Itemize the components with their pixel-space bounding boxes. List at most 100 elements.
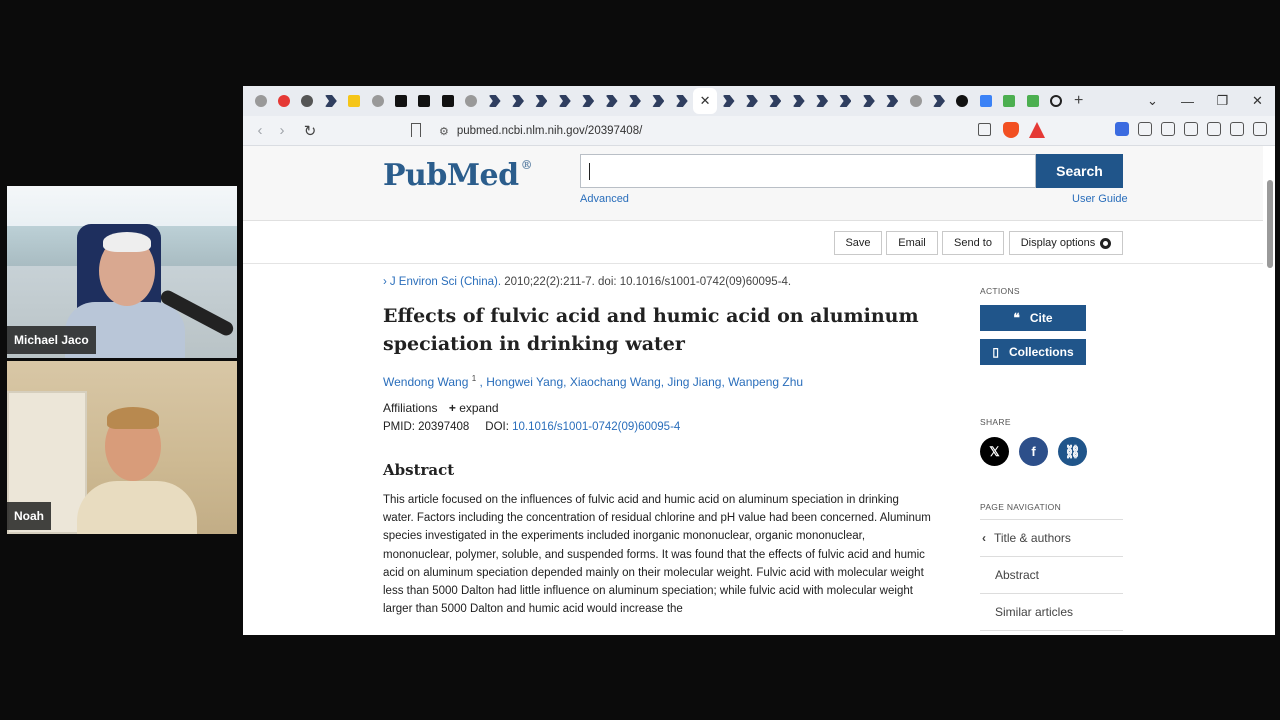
bookmark-icon[interactable] bbox=[411, 123, 421, 137]
tab[interactable] bbox=[343, 86, 366, 116]
reload-icon[interactable]: ↻ bbox=[299, 122, 321, 140]
slides-icon bbox=[348, 95, 361, 107]
participant-name-tag: Noah bbox=[7, 502, 51, 530]
restore-icon[interactable]: ❐ bbox=[1205, 93, 1240, 109]
scrollbar[interactable] bbox=[1265, 148, 1273, 635]
vpn-icon[interactable] bbox=[1230, 122, 1244, 136]
copy-link-icon[interactable]: ⛓ bbox=[1058, 437, 1087, 466]
tab[interactable] bbox=[530, 86, 553, 116]
tab[interactable] bbox=[553, 86, 576, 116]
share-icon[interactable] bbox=[978, 123, 991, 136]
back-icon[interactable]: ‹ bbox=[249, 122, 271, 139]
expand-link[interactable]: expand bbox=[459, 401, 498, 415]
browser-window: ✕ + ⌄ — ❐ ✕ ‹ › ↻ ⚙ pubmed.ncbi.nlm.nih.… bbox=[243, 86, 1275, 635]
chevron-right-icon[interactable]: › bbox=[383, 276, 387, 288]
scrollbar-thumb[interactable] bbox=[1267, 180, 1273, 268]
author-link[interactable]: Wendong Wang bbox=[383, 375, 468, 389]
tab[interactable] bbox=[506, 86, 529, 116]
close-tab-icon[interactable]: ✕ bbox=[693, 88, 717, 114]
menu-icon[interactable] bbox=[1253, 122, 1267, 136]
search-input[interactable] bbox=[580, 154, 1036, 188]
nav-item-similar-articles[interactable]: Similar articles bbox=[980, 594, 1123, 631]
actions-heading: ACTIONS bbox=[980, 286, 1020, 296]
tab[interactable] bbox=[927, 86, 950, 116]
puzzle-icon[interactable] bbox=[1138, 122, 1152, 136]
doi-link[interactable]: 10.1016/s1001-0742(09)60095-4 bbox=[512, 421, 680, 433]
logo-text: PubMed bbox=[383, 158, 519, 193]
tab[interactable] bbox=[366, 86, 389, 116]
nav-item-title-authors[interactable]: ‹ Title & authors bbox=[980, 520, 1123, 557]
tab[interactable] bbox=[296, 86, 319, 116]
x-logo-icon bbox=[441, 95, 454, 107]
tab[interactable] bbox=[460, 86, 483, 116]
tab[interactable] bbox=[1021, 86, 1044, 116]
search-button[interactable]: Search bbox=[1036, 154, 1123, 188]
collections-button[interactable]: ▯ Collections bbox=[980, 339, 1086, 365]
url-field[interactable]: ⚙ pubmed.ncbi.nlm.nih.gov/20397408/ bbox=[439, 120, 1089, 142]
forward-icon[interactable]: › bbox=[271, 122, 293, 139]
affiliation-marker[interactable]: 1 bbox=[472, 374, 476, 383]
tab[interactable] bbox=[647, 86, 670, 116]
tab[interactable] bbox=[974, 86, 997, 116]
tab[interactable] bbox=[249, 86, 272, 116]
x-logo-icon bbox=[418, 95, 431, 107]
tab[interactable] bbox=[998, 86, 1021, 116]
tab[interactable] bbox=[319, 86, 342, 116]
tab[interactable] bbox=[810, 86, 833, 116]
abstract-text: This article focused on the influences o… bbox=[383, 494, 931, 616]
brave-shield-icon[interactable] bbox=[1003, 122, 1019, 138]
email-button[interactable]: Email bbox=[886, 231, 938, 255]
url-text[interactable]: pubmed.ncbi.nlm.nih.gov/20397408/ bbox=[457, 125, 642, 137]
tab[interactable] bbox=[436, 86, 459, 116]
journal-link[interactable]: J Environ Sci (China). bbox=[390, 276, 501, 288]
facebook-share-icon[interactable]: f bbox=[1019, 437, 1048, 466]
close-window-icon[interactable]: ✕ bbox=[1240, 93, 1275, 109]
site-settings-icon[interactable]: ⚙ bbox=[439, 125, 449, 138]
chevron-down-icon[interactable]: ⌄ bbox=[1135, 93, 1170, 109]
cite-button[interactable]: ❝ Cite bbox=[980, 305, 1086, 331]
tab[interactable] bbox=[787, 86, 810, 116]
tab[interactable] bbox=[857, 86, 880, 116]
tab[interactable] bbox=[389, 86, 412, 116]
tab[interactable] bbox=[764, 86, 787, 116]
wallet-icon[interactable] bbox=[1184, 122, 1198, 136]
tab[interactable] bbox=[834, 86, 857, 116]
tab[interactable] bbox=[483, 86, 506, 116]
send-to-button[interactable]: Send to bbox=[942, 231, 1004, 255]
leo-icon[interactable] bbox=[1207, 122, 1221, 136]
new-tab-button[interactable]: + bbox=[1068, 92, 1090, 110]
author-links[interactable]: , Hongwei Yang, Xiaochang Wang, Jing Jia… bbox=[480, 375, 804, 389]
bookmark-icon: ▯ bbox=[992, 345, 999, 359]
window-controls: ⌄ — ❐ ✕ bbox=[1135, 86, 1275, 116]
display-options-button[interactable]: Display options bbox=[1009, 231, 1123, 255]
tab[interactable] bbox=[1044, 86, 1067, 116]
nav-item-abstract[interactable]: Abstract bbox=[980, 557, 1123, 594]
x-share-icon[interactable]: 𝕏 bbox=[980, 437, 1009, 466]
chevron-left-icon: ‹ bbox=[982, 531, 986, 545]
sidebar-icon[interactable] bbox=[1161, 122, 1175, 136]
tab-active[interactable]: ✕ bbox=[693, 86, 717, 116]
user-guide-link[interactable]: User Guide bbox=[1072, 193, 1128, 205]
extension-icon[interactable] bbox=[1115, 122, 1129, 136]
tab[interactable] bbox=[623, 86, 646, 116]
advanced-link[interactable]: Advanced bbox=[580, 193, 629, 205]
tab[interactable] bbox=[576, 86, 599, 116]
plus-icon[interactable]: + bbox=[449, 401, 456, 415]
tab[interactable] bbox=[951, 86, 974, 116]
registered-mark: ® bbox=[520, 158, 533, 172]
x-logo-icon bbox=[395, 95, 408, 107]
tab[interactable] bbox=[670, 86, 693, 116]
save-button[interactable]: Save bbox=[834, 231, 882, 255]
pubmed-logo[interactable]: PubMed ® bbox=[383, 158, 533, 193]
tab[interactable] bbox=[740, 86, 763, 116]
tab[interactable] bbox=[600, 86, 623, 116]
tab[interactable] bbox=[272, 86, 295, 116]
tab[interactable] bbox=[413, 86, 436, 116]
affiliations-label: Affiliations bbox=[383, 401, 438, 415]
tab-strip: ✕ + ⌄ — ❐ ✕ bbox=[243, 86, 1275, 116]
minimize-icon[interactable]: — bbox=[1170, 94, 1205, 109]
tab[interactable] bbox=[881, 86, 904, 116]
tab[interactable] bbox=[717, 86, 740, 116]
tab[interactable] bbox=[904, 86, 927, 116]
arrow-icon bbox=[933, 95, 946, 107]
